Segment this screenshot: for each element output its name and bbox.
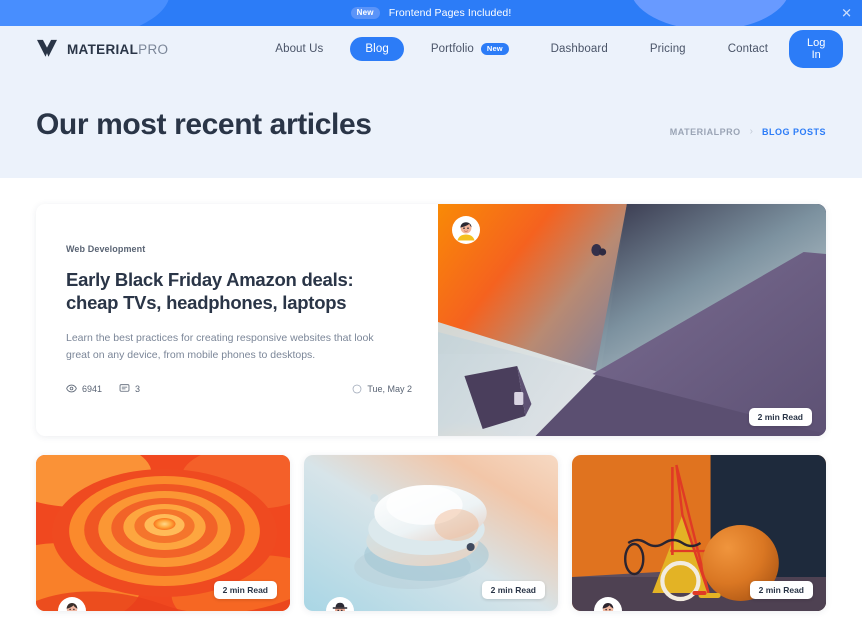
login-button[interactable]: Log In — [789, 30, 844, 68]
nav-item-portfolio-label: Portfolio — [430, 43, 474, 55]
announcement-banner: New Frontend Pages Included! ✕ — [0, 0, 862, 26]
comment-icon — [119, 383, 130, 394]
banner-decoration-left — [0, 0, 170, 26]
main-navbar: MATERIALPRO About Us Blog Portfolio New … — [0, 26, 862, 72]
avatar-illustration-3 — [328, 599, 352, 611]
main-content: Web Development Early Black Friday Amazo… — [0, 178, 862, 611]
avatar-illustration-2 — [60, 599, 84, 611]
banner-new-chip: New — [350, 7, 380, 19]
page-title: Our most recent articles — [36, 108, 372, 141]
nav-item-pricing[interactable]: Pricing — [629, 43, 707, 55]
featured-article-card[interactable]: Web Development Early Black Friday Amazo… — [36, 204, 826, 436]
article-card-image[interactable]: 2 min Read — [304, 455, 558, 611]
page-title-row: Our most recent articles MATERIALPRO › B… — [0, 108, 862, 141]
views-meta: 6941 — [66, 383, 102, 394]
featured-meta-row: 6941 3 Tue, May 2 — [66, 383, 412, 394]
avatar-illustration-4 — [596, 599, 620, 611]
hero-section: MATERIALPRO About Us Blog Portfolio New … — [0, 26, 862, 178]
featured-article-body: Web Development Early Black Friday Amazo… — [36, 204, 438, 436]
featured-article-image[interactable]: 2 min Read — [438, 204, 826, 436]
views-count: 6941 — [82, 383, 103, 394]
banner-decoration-right — [630, 0, 790, 26]
article-card[interactable]: 2 min Read — [304, 455, 558, 611]
breadcrumb-parent[interactable]: MATERIALPRO — [670, 127, 741, 137]
nav-item-about-us[interactable]: About Us — [254, 43, 344, 55]
nav-item-blog[interactable]: Blog — [350, 37, 404, 61]
nav-item-dashboard[interactable]: Dashboard — [530, 43, 629, 55]
avatar-illustration-1 — [454, 218, 478, 242]
article-card-image[interactable]: 2 min Read — [36, 455, 290, 611]
article-card-image[interactable]: 2 min Read — [572, 455, 826, 611]
breadcrumb-current: BLOG POSTS — [761, 126, 826, 137]
read-time-badge: 2 min Read — [481, 581, 545, 599]
banner-message: Frontend Pages Included! — [388, 7, 512, 19]
chevron-right-icon: › — [749, 126, 753, 137]
nav-links: About Us Blog Portfolio New Dashboard Pr… — [254, 37, 789, 61]
nav-item-contact[interactable]: Contact — [707, 43, 789, 55]
featured-title[interactable]: Early Black Friday Amazon deals: cheap T… — [66, 268, 408, 315]
featured-category[interactable]: Web Development — [66, 244, 408, 254]
materialpro-logo-icon — [36, 39, 58, 59]
nav-item-portfolio[interactable]: Portfolio New — [410, 42, 530, 56]
eye-icon — [66, 383, 77, 394]
read-time-badge: 2 min Read — [749, 581, 813, 599]
article-card[interactable]: 2 min Read — [36, 455, 290, 611]
author-avatar[interactable] — [452, 216, 480, 244]
article-card-grid: 2 min Read 2 min Read 2 min Read — [36, 455, 826, 611]
featured-description: Learn the best practices for creating re… — [66, 331, 374, 361]
brand-name: MATERIALPRO — [67, 41, 169, 57]
comments-count: 3 — [135, 383, 141, 394]
comments-meta: 3 — [119, 383, 140, 394]
read-time-badge: 2 min Read — [748, 408, 812, 426]
clock-icon — [352, 384, 362, 394]
date-meta: Tue, May 2 — [352, 384, 412, 394]
banner-content: New Frontend Pages Included! — [350, 7, 512, 19]
nav-item-portfolio-badge: New — [480, 42, 509, 56]
read-time-badge: 2 min Read — [213, 581, 277, 599]
abstract-3d-render-featured — [438, 204, 826, 436]
close-icon[interactable]: ✕ — [841, 7, 852, 20]
breadcrumb: MATERIALPRO › BLOG POSTS — [670, 126, 826, 141]
publish-date: Tue, May 2 — [367, 383, 412, 394]
brand-logo[interactable]: MATERIALPRO — [36, 39, 168, 59]
article-card[interactable]: 2 min Read — [572, 455, 826, 611]
